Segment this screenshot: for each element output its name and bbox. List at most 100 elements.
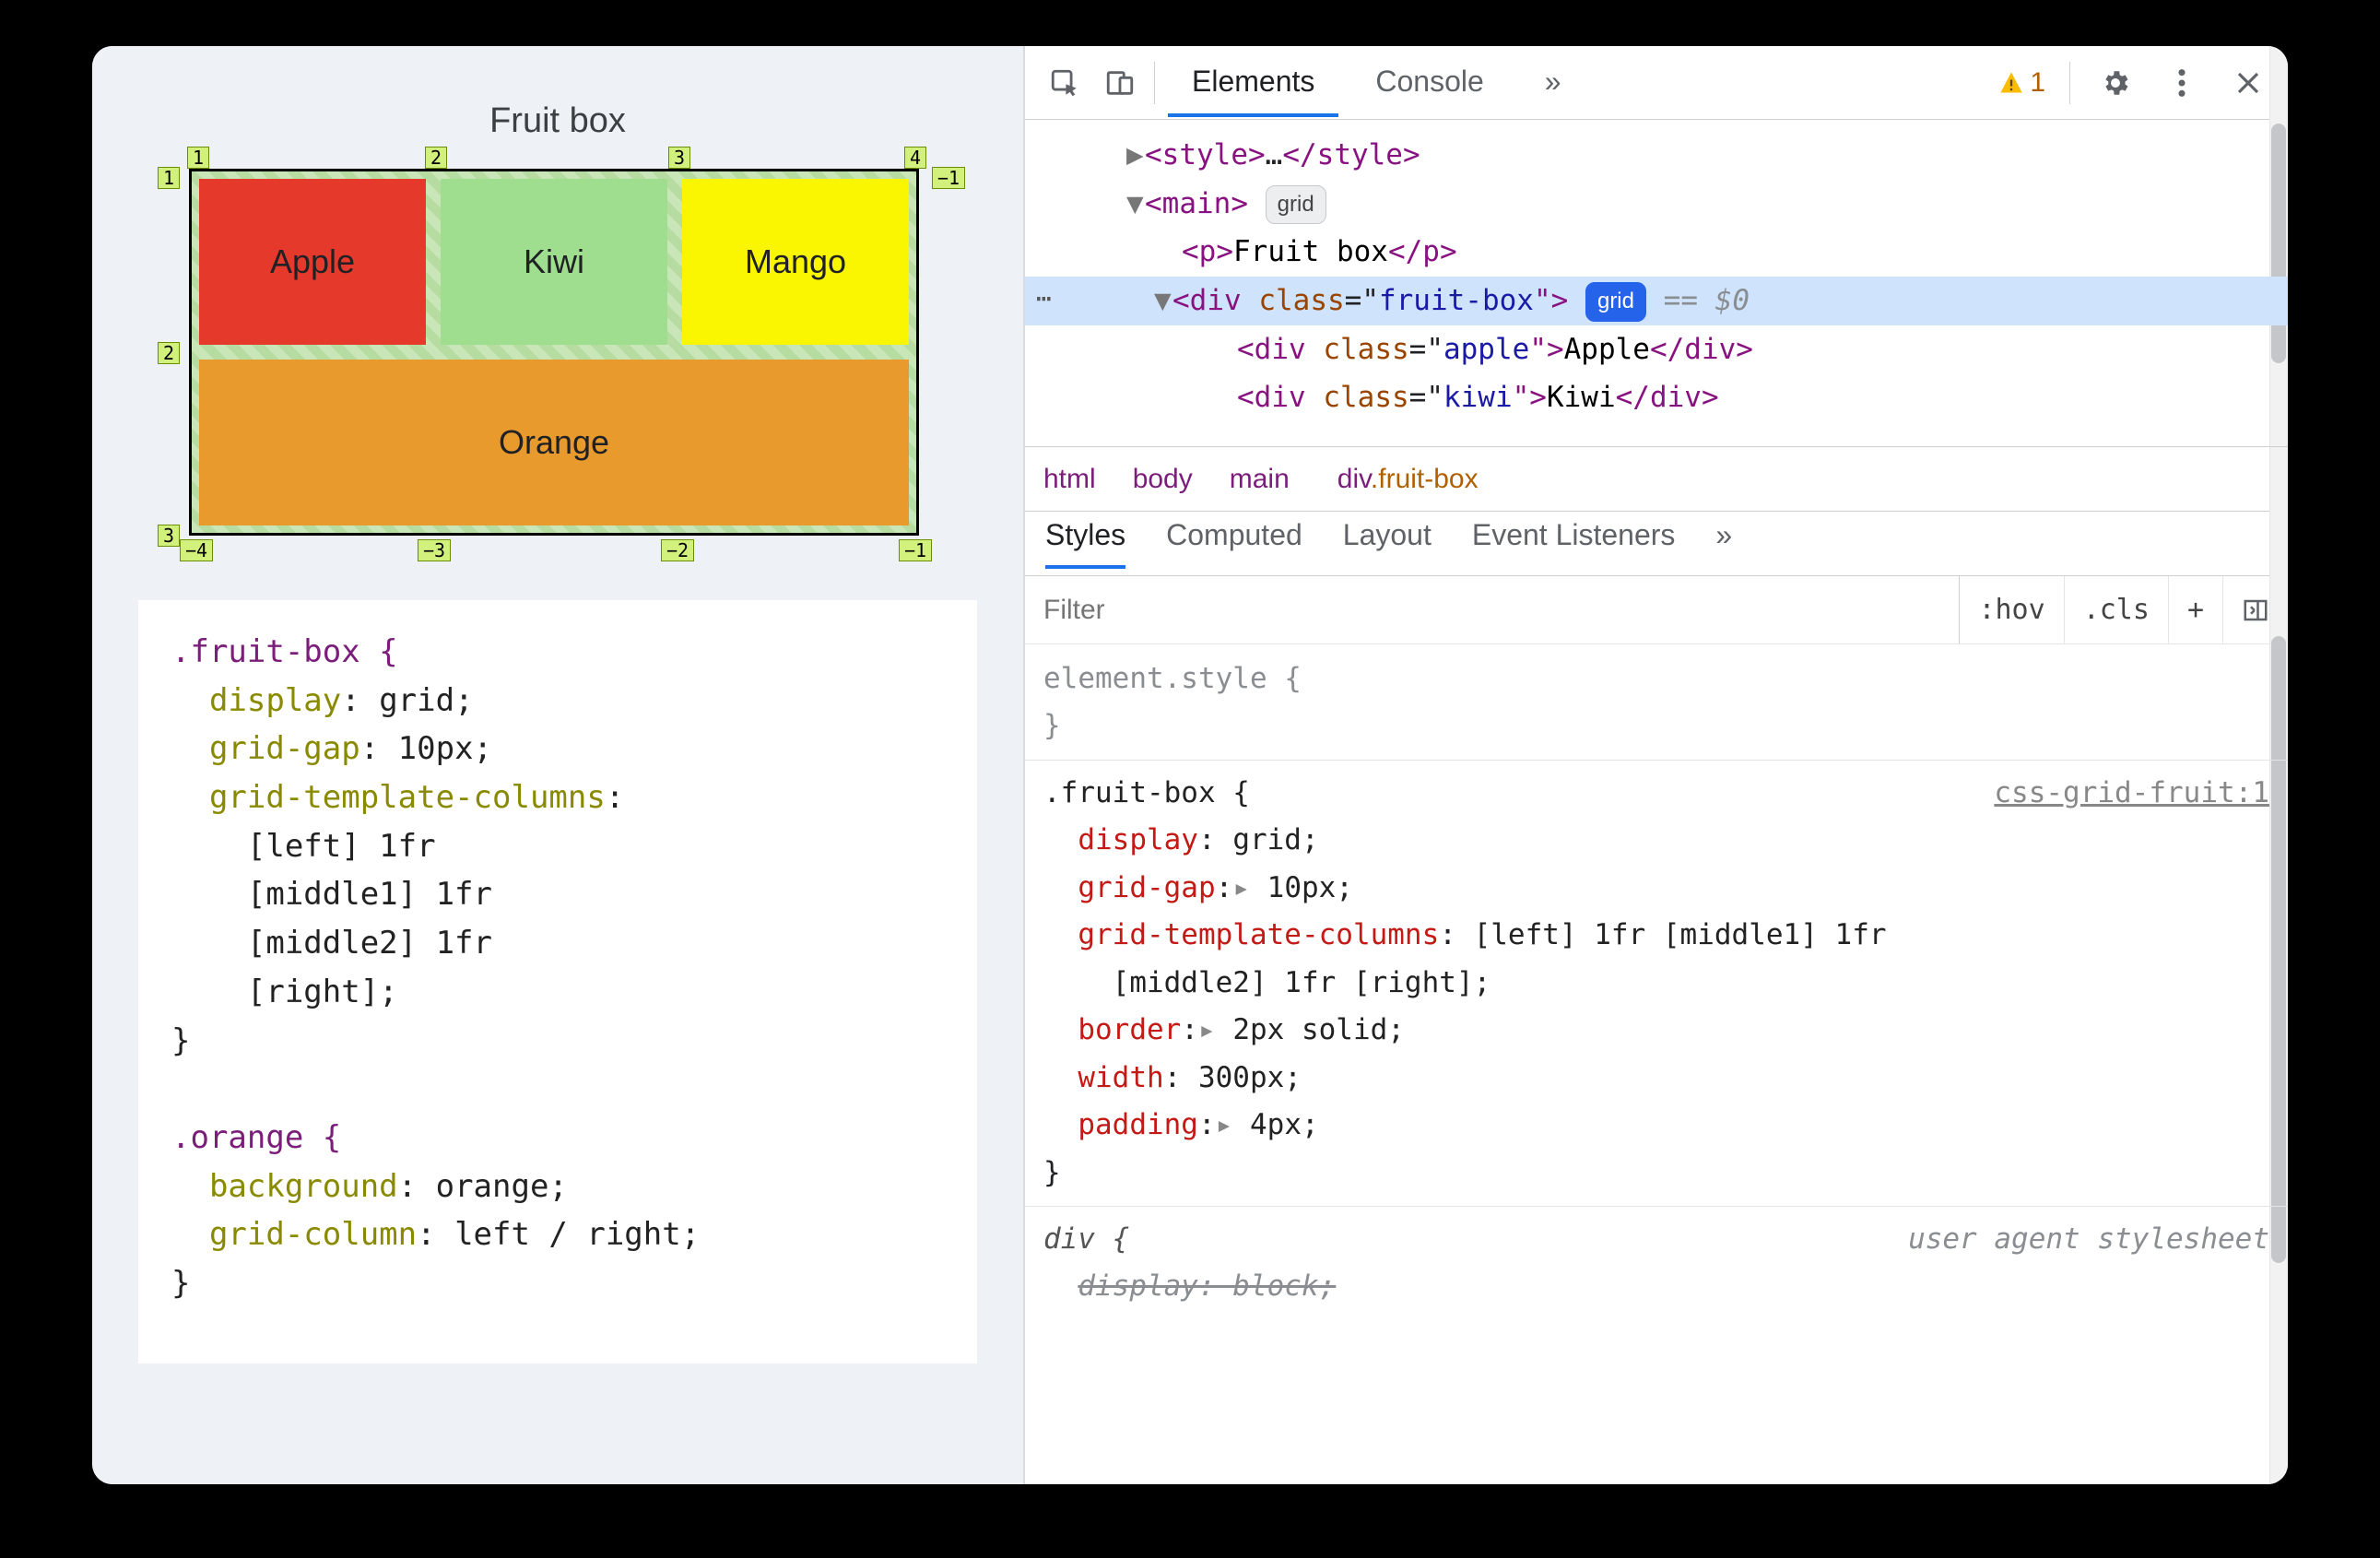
subtab-styles[interactable]: Styles [1045,518,1125,569]
styles-filter-input[interactable] [1025,576,1960,643]
dom-node-main[interactable]: ▼<main> grid [1071,180,2288,229]
close-icon[interactable] [2227,62,2269,104]
text: Fruit box [1233,235,1388,268]
dom-tree[interactable]: ▶<style>…</style> ▼<main> grid <p>Fruit … [1025,120,2288,447]
gridline-bot-4: −1 [899,539,932,561]
subtab-layout[interactable]: Layout [1343,518,1432,569]
cell-kiwi[interactable]: Kiwi [441,179,667,345]
css-val: [left] 1fr [247,828,436,865]
crumb-body[interactable]: body [1133,464,1193,495]
breadcrumb[interactable]: html body main div.fruit-box [1025,447,2288,512]
rule-selector[interactable]: .fruit-box { [1043,776,1250,809]
kebab-menu-icon[interactable] [2161,62,2203,104]
prop[interactable]: grid-template-columns [1078,918,1439,951]
val[interactable]: 2px solid; [1232,1013,1405,1046]
prop[interactable]: border [1078,1013,1181,1046]
css-val: orange; [436,1168,568,1205]
dom-node-fruitbox[interactable]: ▼<div class="fruit-box"> grid == $0 [1025,277,2288,325]
warning-badge[interactable]: 1 [1998,67,2045,99]
css-prop: grid-gap [209,730,360,767]
css-prop: display [209,682,341,719]
devtools-pane: Elements Console » 1 ▶ [1025,46,2288,1484]
val[interactable]: [left] 1fr [middle1] 1fr [1474,918,1887,951]
crumb-fruitbox[interactable]: div.fruit-box [1326,458,1490,501]
gridline-left-2: 2 [158,342,180,364]
tab-elements[interactable]: Elements [1168,48,1338,117]
gridline-bot-1: −4 [180,539,213,561]
brace: } [1043,1156,1061,1189]
fruit-box-grid[interactable]: Apple Kiwi Mango Orange [189,169,919,536]
new-rule-button[interactable]: + [2169,576,2223,643]
cell-mango[interactable]: Mango [682,179,909,345]
styles-subtabs: Styles Computed Layout Event Listeners » [1025,512,2288,576]
rule-divider [1025,1206,2288,1207]
gridline-top-4: 4 [904,147,926,169]
ua-prop-overridden[interactable]: display: block; [1078,1269,1336,1303]
css-sel-1: .fruit-box { [171,633,398,670]
gridline-top-1: 1 [187,147,209,169]
inspect-element-icon[interactable] [1043,62,1086,104]
hov-toggle[interactable]: :hov [1960,576,2064,643]
css-prop: background [209,1168,398,1205]
gear-icon[interactable] [2094,62,2137,104]
warning-count: 1 [2030,67,2045,99]
eq0: == $0 [1664,284,1750,317]
page-title: Fruit box [138,101,977,141]
subtab-more[interactable]: » [1715,518,1732,569]
tag: </p> [1388,235,1457,268]
styles-pane[interactable]: element.style { } css-grid-fruit:1 .fruit… [1025,644,2288,1484]
css-val: 10px; [398,730,492,767]
val[interactable]: grid; [1232,823,1318,856]
tab-console[interactable]: Console [1351,48,1507,117]
gridline-bot-2: −3 [418,539,451,561]
gridline-left-3: 3 [158,525,180,547]
expand-icon[interactable]: ▸ [1216,1108,1233,1141]
device-toggle-icon[interactable] [1099,62,1141,104]
css-brace: } [171,1265,190,1302]
prop[interactable]: grid-gap [1078,871,1215,904]
dom-node-style[interactable]: ▶<style>…</style> [1071,131,2288,180]
crumb-main[interactable]: main [1230,464,1290,495]
val[interactable]: [middle2] 1fr [right]; [1043,966,1490,999]
prop[interactable]: width [1078,1061,1163,1094]
dom-node-p[interactable]: <p>Fruit box</p> [1071,228,2288,277]
expand-icon[interactable]: ▸ [1198,1013,1216,1046]
element-style-sel[interactable]: element.style { [1043,662,1302,695]
subtab-eventlisteners[interactable]: Event Listeners [1472,518,1676,569]
tab-more[interactable]: » [1521,48,1585,117]
prop[interactable]: display [1078,823,1198,856]
css-brace: } [171,1022,190,1059]
val[interactable]: 10px; [1267,871,1353,904]
crumb-html[interactable]: html [1043,464,1096,495]
brace: } [1043,709,1061,742]
gridline-top-3: 3 [668,147,690,169]
prop[interactable]: padding [1078,1108,1198,1141]
css-val: [middle2] 1fr [247,925,492,962]
subtab-computed[interactable]: Computed [1166,518,1302,569]
ua-selector[interactable]: div { [1043,1222,1129,1256]
css-prop: grid-column [209,1216,417,1253]
tag: <style> [1145,138,1266,171]
cell-orange[interactable]: Orange [199,360,909,525]
dom-node-apple[interactable]: <div class="apple">Apple</div> [1071,325,2288,374]
dom-node-kiwi[interactable]: <div class="kiwi">Kiwi</div> [1071,373,2288,422]
grid-badge-active[interactable]: grid [1585,282,1646,322]
tag: <p> [1182,235,1233,268]
devtools-toolbar: Elements Console » 1 [1025,46,2288,120]
css-val: grid; [379,682,473,719]
styles-filter-bar: :hov .cls + [1025,576,2288,644]
cell-apple[interactable]: Apple [199,179,426,345]
expand-icon[interactable]: ▸ [1232,871,1250,904]
val[interactable]: 4px; [1250,1108,1319,1141]
grid-badge[interactable]: grid [1266,185,1326,225]
rule-divider [1025,760,2288,761]
source-css-editor[interactable]: .fruit-box { display: grid; grid-gap: 10… [138,600,977,1363]
tag: </style> [1282,138,1420,171]
separator [2069,62,2070,104]
css-prop: grid-template-columns [209,779,606,816]
cls-toggle[interactable]: .cls [2065,576,2169,643]
val[interactable]: 300px; [1198,1061,1302,1094]
css-val: left / right; [454,1216,700,1253]
rule-source-link[interactable]: css-grid-fruit:1 [1994,770,2269,817]
gridline-top-2: 2 [425,147,447,169]
